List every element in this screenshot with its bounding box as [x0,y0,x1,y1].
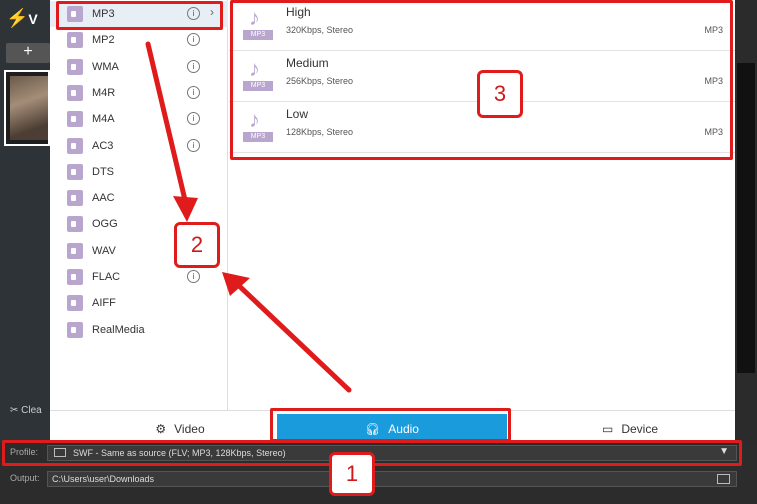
arrow-head-down [173,196,198,222]
annotation-arrows [145,41,352,393]
annotation-number-3: 3 [477,70,523,118]
annotation-number-2: 2 [174,222,220,268]
annotation-number-1: 1 [329,452,375,496]
arrow-from-one [232,279,352,393]
arrow-to-two [145,41,188,203]
